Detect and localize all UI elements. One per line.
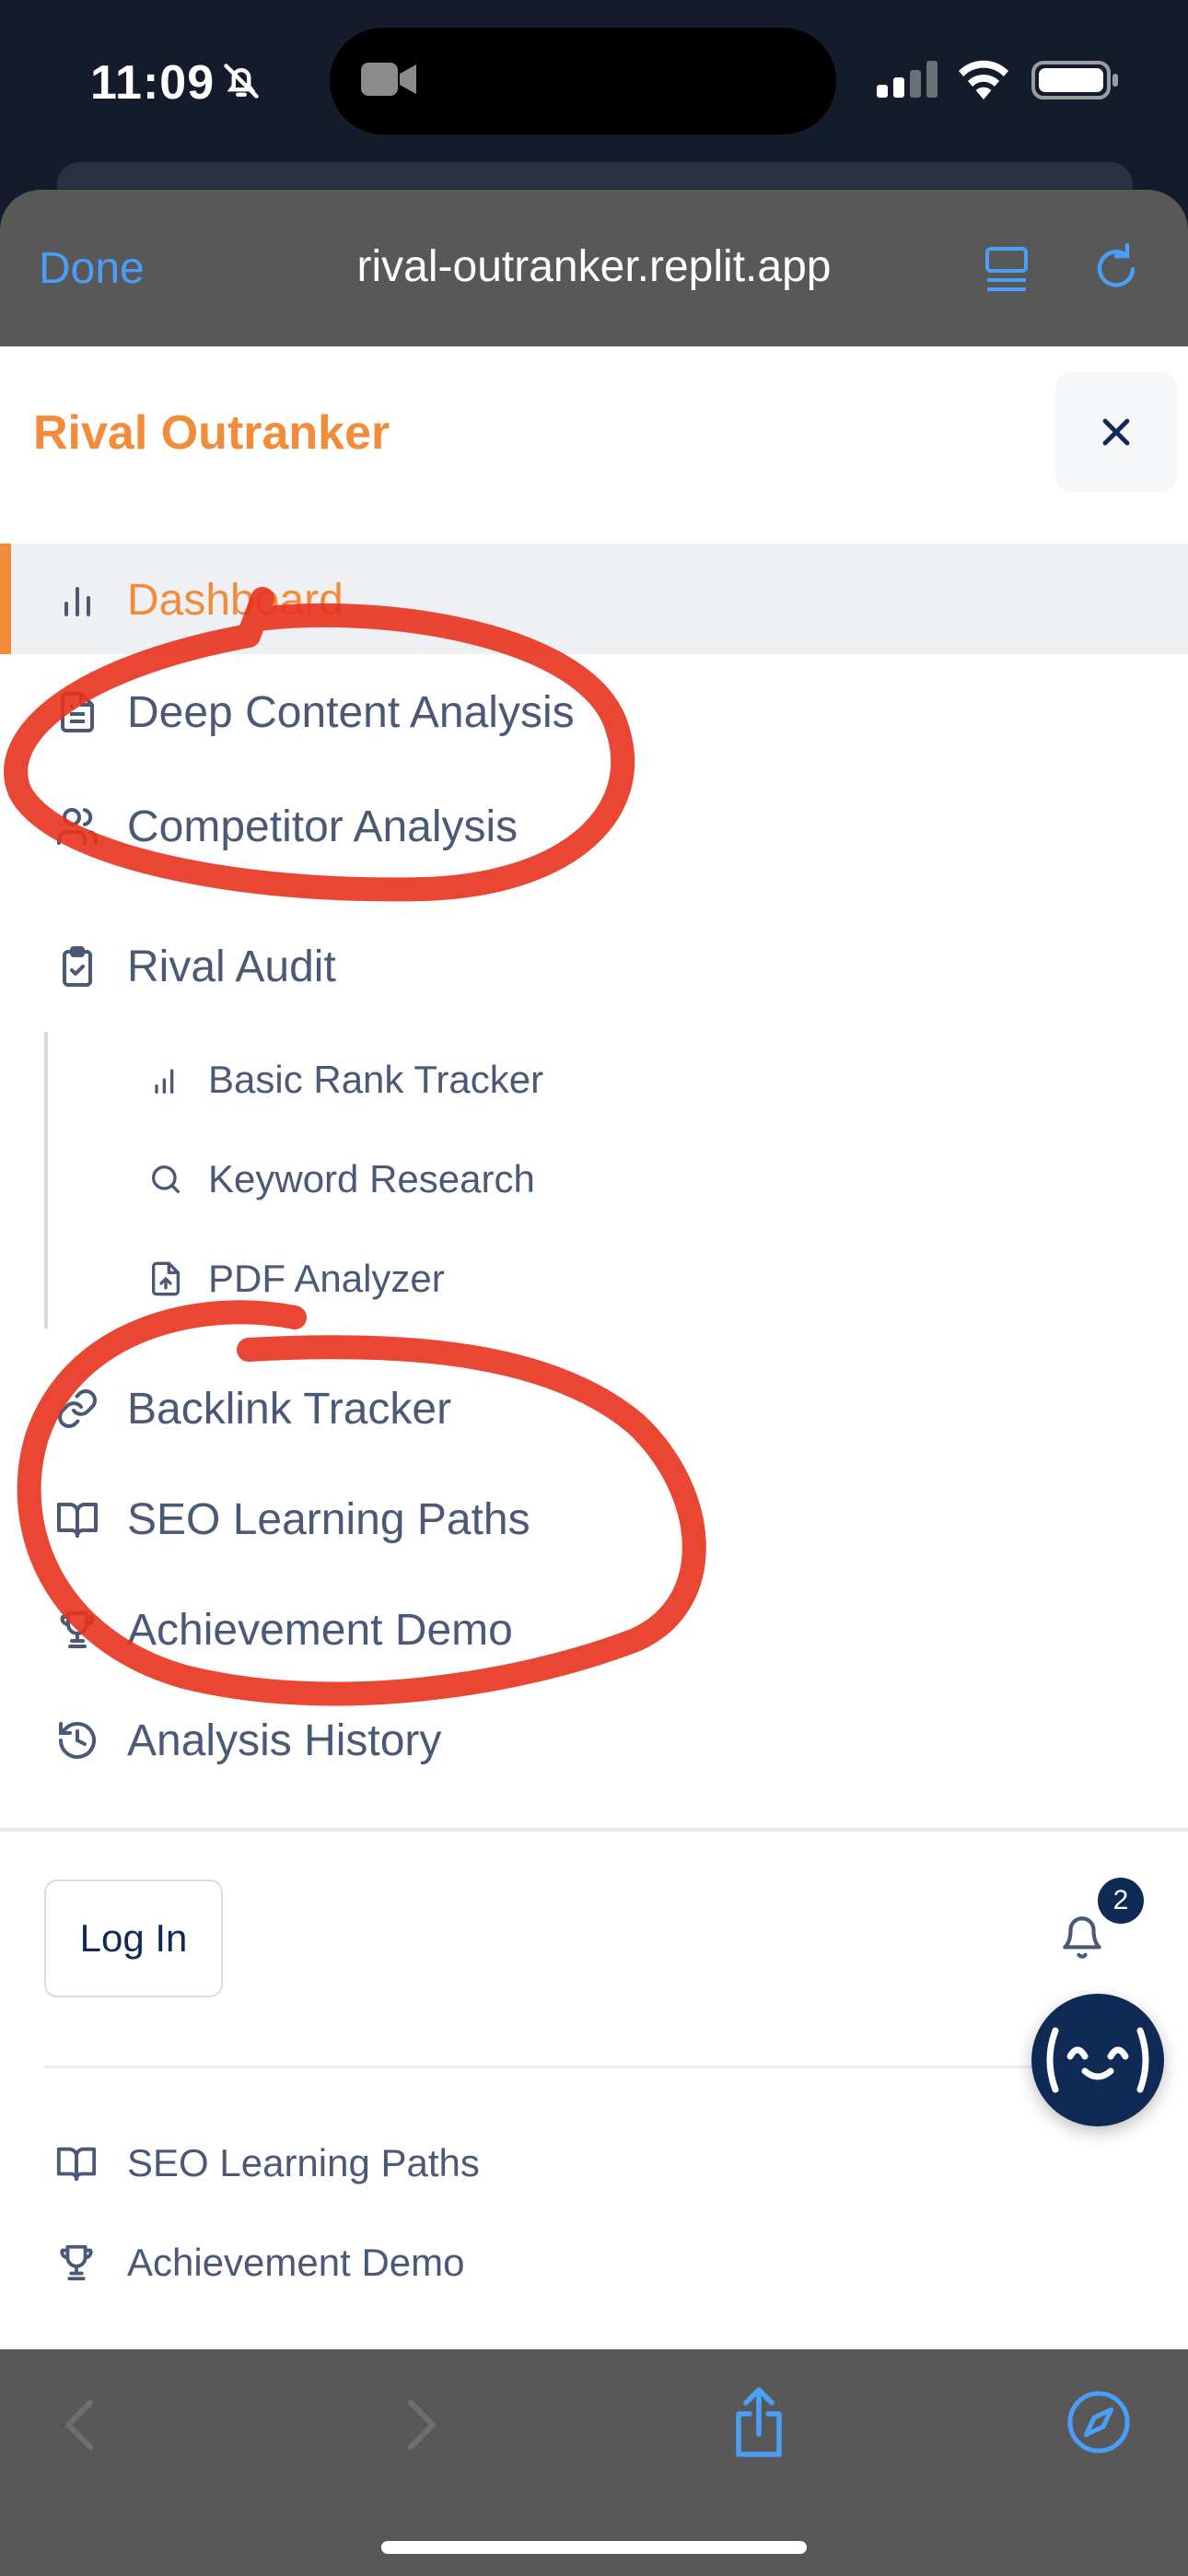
nav-item-label: Rival Audit xyxy=(127,942,336,991)
nav-item-label: Backlink Tracker xyxy=(127,1384,452,1434)
history-icon xyxy=(59,1722,96,1760)
footer-link-seo-learning-paths[interactable]: SEO Learning Paths xyxy=(55,2126,480,2200)
wifi-icon xyxy=(956,57,1011,100)
nav-item-rival-audit[interactable]: Rival Audit xyxy=(55,925,1068,1008)
cellular-signal-icon xyxy=(877,61,938,98)
battery-icon xyxy=(1031,61,1120,100)
done-button[interactable]: Done xyxy=(39,243,145,294)
clipboard-check-icon xyxy=(63,946,92,987)
footer-link-label: Achievement Demo xyxy=(127,2241,465,2284)
footer-divider xyxy=(44,2066,1149,2068)
link-icon xyxy=(58,1389,97,1428)
footer-link-label: SEO Learning Paths xyxy=(127,2141,480,2184)
bar-chart-icon xyxy=(64,587,90,616)
active-nav-indicator xyxy=(0,544,11,654)
footer-link-achievement-demo[interactable]: Achievement Demo xyxy=(55,2226,465,2300)
trophy-icon xyxy=(60,1611,95,1648)
reader-view-icon[interactable] xyxy=(984,243,1030,295)
compass-icon[interactable] xyxy=(1066,2390,1131,2454)
users-icon xyxy=(57,808,99,845)
url-display[interactable]: rival-outranker.replit.app xyxy=(276,241,912,292)
document-icon xyxy=(61,692,94,732)
nav-item-label: Dashboard xyxy=(127,575,344,625)
app-brand-title[interactable]: Rival Outranker xyxy=(33,405,390,461)
nav-item-label: Deep Content Analysis xyxy=(127,687,575,737)
file-upload-icon xyxy=(152,1261,180,1296)
subnav-item-basic-rank-tracker[interactable]: Basic Rank Tracker xyxy=(147,1043,543,1117)
subnav-item-label: Keyword Research xyxy=(208,1157,535,1200)
camera-indicator-icon xyxy=(359,59,418,100)
nav-item-competitor-analysis[interactable]: Competitor Analysis xyxy=(55,785,1068,868)
search-icon xyxy=(152,1165,180,1193)
nav-item-label: SEO Learning Paths xyxy=(127,1494,530,1544)
status-time: 11:09 xyxy=(90,56,215,110)
book-open-icon xyxy=(56,2147,97,2182)
notification-count-badge: 2 xyxy=(1098,1878,1144,1924)
nav-item-backlink-tracker[interactable]: Backlink Tracker xyxy=(55,1367,1068,1450)
subnav-item-keyword-research[interactable]: Keyword Research xyxy=(147,1142,535,1216)
nav-item-deep-content-analysis[interactable]: Deep Content Analysis xyxy=(55,671,1068,754)
nav-item-seo-learning-paths[interactable]: SEO Learning Paths xyxy=(55,1478,1068,1561)
smiley-face-icon xyxy=(1046,2027,1149,2093)
reload-icon[interactable] xyxy=(1092,241,1140,293)
signal-bars-icon xyxy=(155,1069,174,1094)
trophy-icon xyxy=(60,2244,93,2281)
forward-arrow-icon[interactable] xyxy=(405,2397,438,2453)
nav-item-label: Achievement Demo xyxy=(127,1605,513,1655)
subnav-item-label: Basic Rank Tracker xyxy=(208,1058,544,1101)
chat-assistant-button[interactable] xyxy=(1031,1994,1164,2126)
nav-item-dashboard[interactable]: Dashboard xyxy=(55,558,1068,641)
book-open-icon xyxy=(57,1503,98,1538)
nav-item-label: Analysis History xyxy=(127,1715,442,1765)
nav-item-achievement-demo[interactable]: Achievement Demo xyxy=(55,1588,1068,1671)
back-arrow-icon[interactable] xyxy=(63,2397,96,2453)
subnav-item-pdf-analyzer[interactable]: PDF Analyzer xyxy=(147,1242,445,1316)
subnav-item-label: PDF Analyzer xyxy=(208,1257,445,1300)
silent-mode-icon xyxy=(221,61,262,101)
submenu-guide-line xyxy=(44,1032,48,1329)
nav-item-analysis-history[interactable]: Analysis History xyxy=(55,1699,1068,1782)
login-button[interactable]: Log In xyxy=(44,1879,223,1997)
share-icon[interactable] xyxy=(728,2386,790,2460)
section-divider xyxy=(0,1828,1188,1832)
close-menu-button[interactable] xyxy=(1055,372,1177,492)
notification-bell-icon[interactable] xyxy=(1059,1913,1105,1961)
home-indicator xyxy=(381,2541,807,2554)
nav-item-label: Competitor Analysis xyxy=(127,802,518,851)
